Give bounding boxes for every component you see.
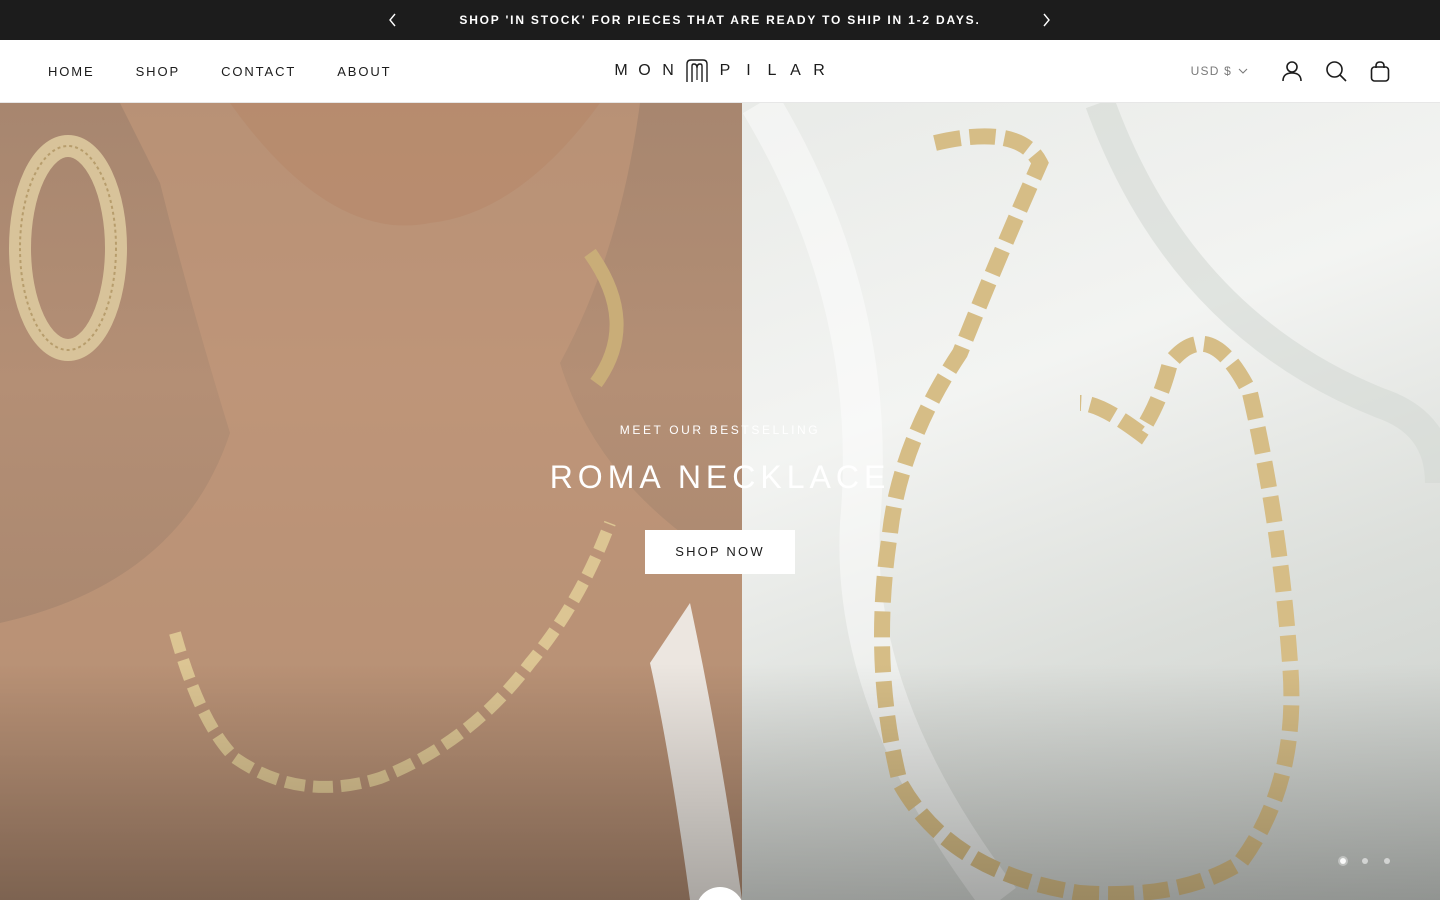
hero-content: MEET OUR BESTSELLING ROMA NECKLACE SHOP … — [420, 423, 1020, 574]
shop-now-button[interactable]: SHOP NOW — [645, 530, 795, 574]
slide-dot-2[interactable] — [1362, 858, 1368, 864]
logo-letter: P — [719, 62, 731, 79]
nav-home[interactable]: HOME — [48, 64, 95, 79]
logo-letter: M — [614, 62, 628, 79]
search-button[interactable] — [1324, 59, 1348, 83]
cart-icon — [1370, 61, 1390, 82]
logo-letter: A — [790, 62, 801, 79]
announcement-bar: SHOP 'IN STOCK' FOR PIECES THAT ARE READ… — [0, 0, 1440, 40]
brand-logo[interactable]: M O N P I L A R — [613, 57, 827, 85]
hero-eyebrow: MEET OUR BESTSELLING — [619, 423, 821, 437]
hero-shade — [0, 663, 1440, 900]
slide-dot-1[interactable] — [1340, 858, 1346, 864]
hero-slideshow: MEET OUR BESTSELLING ROMA NECKLACE SHOP … — [0, 103, 1440, 900]
logo-letter: O — [638, 62, 651, 79]
announcement-prev-button[interactable] — [383, 10, 403, 30]
site-header: HOME SHOP CONTACT ABOUT M O N P I L A R … — [0, 40, 1440, 103]
nav-about[interactable]: ABOUT — [337, 64, 391, 79]
hero-title: ROMA NECKLACE — [549, 459, 891, 495]
logo-letter: R — [813, 62, 825, 79]
slide-dot-3[interactable] — [1384, 858, 1390, 864]
logo-letter: I — [746, 62, 751, 79]
cart-button[interactable] — [1368, 59, 1392, 83]
logo-letter: L — [767, 62, 777, 79]
nav-contact[interactable]: CONTACT — [221, 64, 296, 79]
chevron-down-icon — [1238, 68, 1248, 74]
chevron-left-icon — [389, 13, 396, 27]
main-nav: HOME SHOP CONTACT ABOUT — [48, 40, 433, 102]
currency-label: USD $ — [1190, 64, 1232, 78]
logo-letter: N — [662, 62, 674, 79]
announcement-text[interactable]: SHOP 'IN STOCK' FOR PIECES THAT ARE READ… — [450, 13, 990, 27]
logo-mark-icon — [685, 59, 708, 82]
chevron-right-icon — [1043, 13, 1050, 27]
account-button[interactable] — [1280, 59, 1304, 83]
account-icon — [1282, 61, 1302, 82]
announcement-next-button[interactable] — [1036, 10, 1056, 30]
nav-shop[interactable]: SHOP — [136, 64, 180, 79]
currency-selector[interactable]: USD $ — [1191, 64, 1248, 78]
search-icon — [1326, 61, 1347, 82]
slide-dots — [1340, 858, 1390, 864]
header-actions: USD $ — [1191, 40, 1392, 102]
